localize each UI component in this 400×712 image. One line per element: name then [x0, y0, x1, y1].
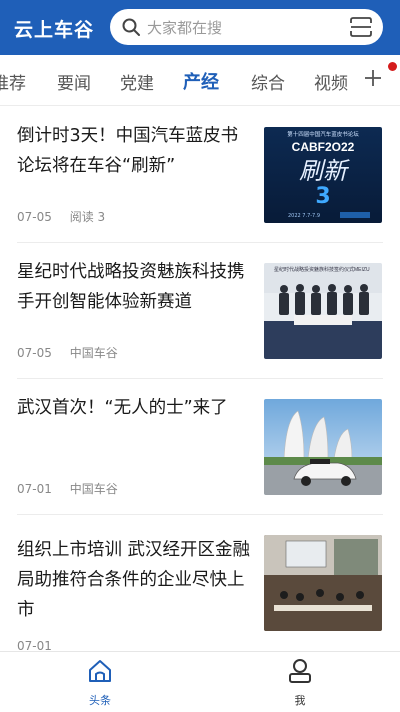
forum-poster-image: 第十四届中国汽车蓝皮书论坛 CABF2O22 刷新 3 2022 7.7-7.9 — [264, 127, 382, 223]
app-title: 云上车谷 — [14, 19, 95, 41]
search-icon — [122, 18, 140, 36]
news-title[interactable]: 倒计时3天！中国汽车蓝皮书论坛将在车谷“刷新” — [17, 121, 252, 181]
news-item[interactable]: 组织上市培训 武汉经开区金融局助推符合条件的企业尽快上市 07-01 — [0, 515, 400, 653]
notification-dot — [388, 62, 397, 71]
search-placeholder: 大家都在搜 — [147, 19, 223, 37]
robotaxi-image — [264, 399, 382, 495]
tab-industry[interactable]: 产经 — [183, 68, 219, 94]
training-meeting-image — [264, 535, 382, 631]
bottom-navigation: 头条 我 — [0, 651, 400, 712]
news-date: 07-01 — [17, 482, 52, 496]
news-meta: 07-01 中国车谷 — [17, 480, 132, 497]
news-thumbnail[interactable]: 第十四届中国汽车蓝皮书论坛 CABF2O22 刷新 3 2022 7.7-7.9 — [264, 127, 382, 223]
nav-headlines[interactable]: 头条 — [70, 658, 130, 708]
news-item[interactable]: 武汉首次！“无人的士”来了 07-01 中国车谷 — [0, 379, 400, 515]
user-icon — [289, 659, 311, 683]
add-channel-icon[interactable] — [364, 69, 382, 87]
home-icon — [89, 660, 111, 682]
channel-tabs: 推荐 要闻 党建 产经 综合 视频 — [0, 55, 400, 106]
signing-ceremony-image: 星纪时代战略投资魅族科技签约仪式 MEIZU — [264, 263, 382, 359]
news-date: 07-05 — [17, 210, 52, 224]
news-title[interactable]: 组织上市培训 武汉经开区金融局助推符合条件的企业尽快上市 — [17, 535, 252, 625]
tab-general[interactable]: 综合 — [251, 69, 285, 94]
tab-recommend[interactable]: 推荐 — [0, 69, 26, 94]
news-source: 中国车谷 — [69, 346, 118, 360]
poster-code: CABF2O22 — [292, 140, 355, 154]
photo-banner-text: 星纪时代战略投资魅族科技签约仪式 — [274, 266, 354, 273]
news-meta: 07-05 中国车谷 — [17, 344, 132, 361]
tab-video[interactable]: 视频 — [314, 69, 348, 94]
poster-number: 3 — [315, 184, 330, 209]
tab-party[interactable]: 党建 — [120, 69, 154, 94]
nav-label: 我 — [294, 694, 306, 707]
news-meta: 07-05 阅读 3 — [17, 208, 119, 225]
photo-brand: MEIZU — [354, 267, 370, 273]
poster-header: 第十四届中国汽车蓝皮书论坛 — [287, 130, 359, 138]
news-source: 中国车谷 — [69, 482, 118, 496]
search-bar[interactable]: 大家都在搜 — [110, 9, 383, 45]
news-reads: 阅读 3 — [69, 210, 106, 224]
news-title[interactable]: 武汉首次！“无人的士”来了 — [17, 393, 252, 423]
tab-headlines[interactable]: 要闻 — [57, 69, 91, 94]
news-thumbnail[interactable] — [264, 399, 382, 495]
nav-me[interactable]: 我 — [270, 658, 330, 708]
news-thumbnail[interactable] — [264, 535, 382, 631]
scan-icon[interactable] — [350, 17, 372, 37]
news-thumbnail[interactable]: 星纪时代战略投资魅族科技签约仪式 MEIZU — [264, 263, 382, 359]
news-date: 07-05 — [17, 346, 52, 360]
poster-big-text: 刷新 — [299, 157, 350, 185]
news-title[interactable]: 星纪时代战略投资魅族科技携手开创智能体验新赛道 — [17, 257, 252, 317]
poster-date: 2022 7.7-7.9 — [288, 213, 320, 219]
nav-label: 头条 — [89, 694, 111, 707]
news-item[interactable]: 倒计时3天！中国汽车蓝皮书论坛将在车谷“刷新” 07-05 阅读 3 第十四届中… — [0, 107, 400, 243]
app-header: 云上车谷 大家都在搜 — [0, 0, 400, 55]
news-item[interactable]: 星纪时代战略投资魅族科技携手开创智能体验新赛道 07-05 中国车谷 星纪时代战… — [0, 243, 400, 379]
